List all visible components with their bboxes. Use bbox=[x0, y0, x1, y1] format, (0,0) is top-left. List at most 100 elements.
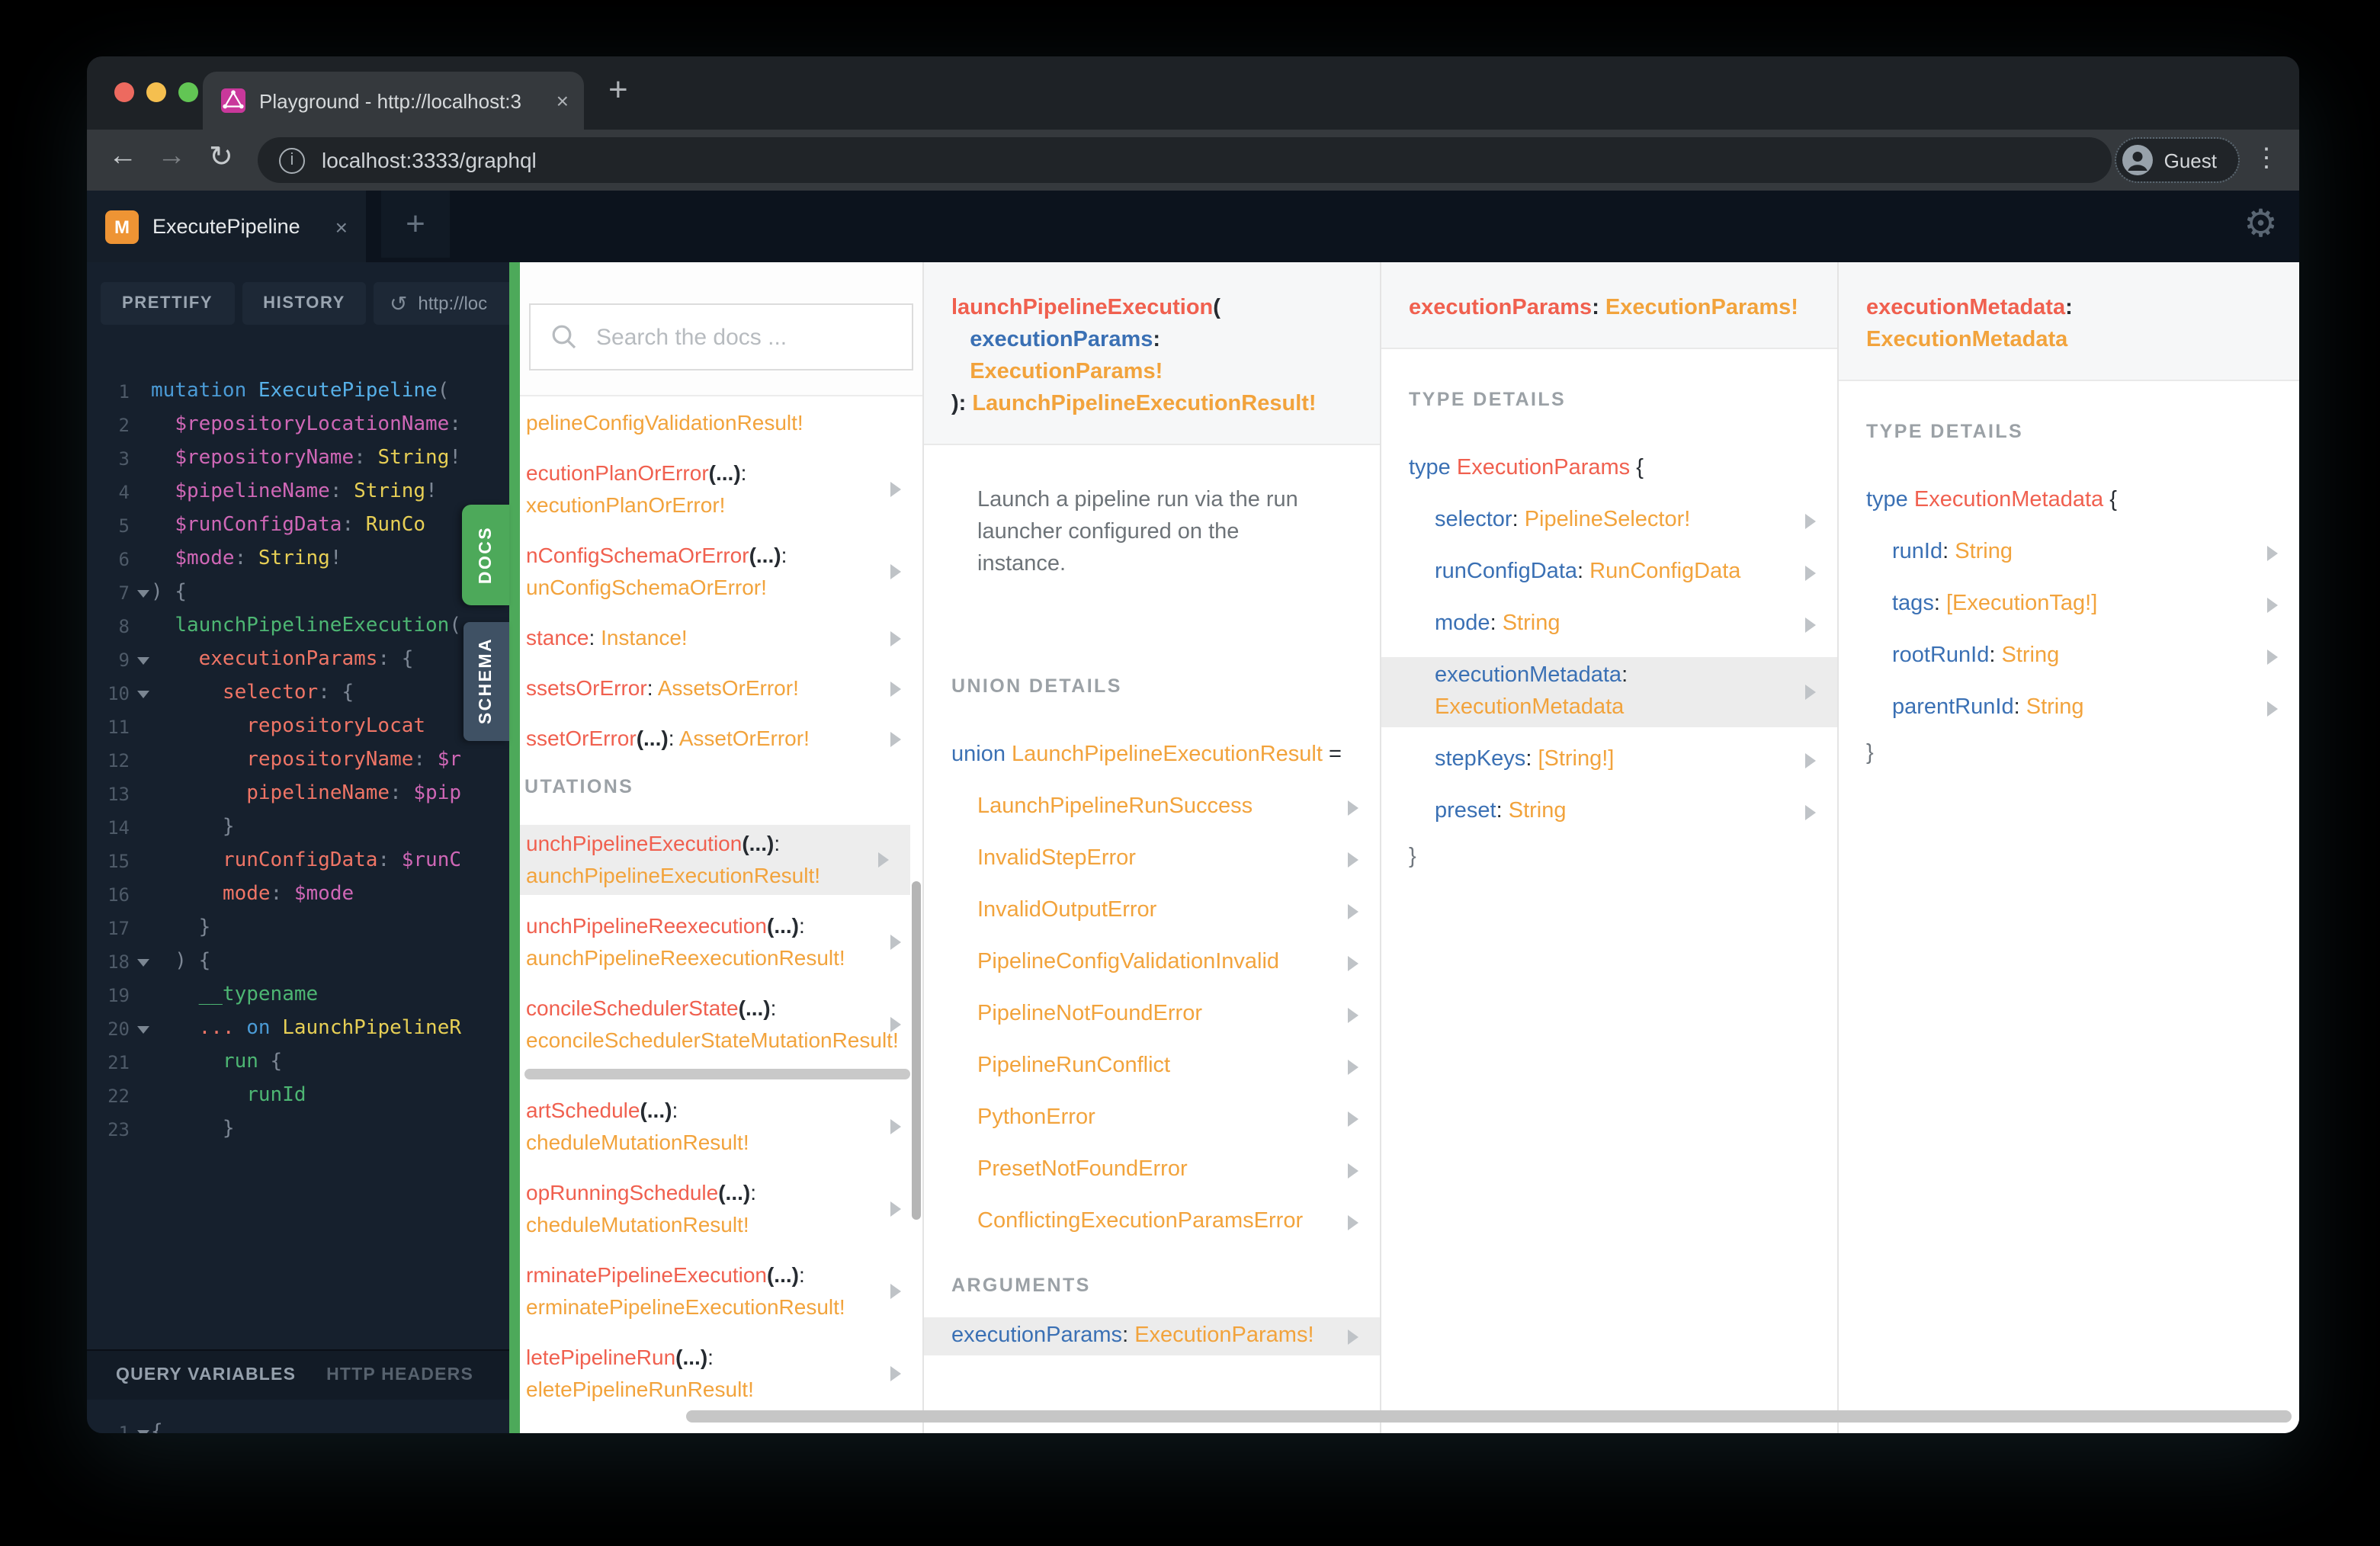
docs-list-item[interactable]: nConfigSchemaOrError(...): unConfigSchema… bbox=[520, 537, 922, 607]
code-line[interactable]: 1 mutation ExecutePipeline( bbox=[87, 375, 509, 409]
code-line[interactable]: 15 runConfigData: $runC bbox=[87, 845, 509, 878]
expand-arrow-icon[interactable] bbox=[2267, 701, 2278, 716]
minimize-window-icon[interactable] bbox=[146, 82, 166, 102]
docs-list-item[interactable]: letePipelineRun(...): eletePipelineRunRes… bbox=[520, 1339, 922, 1409]
close-window-icon[interactable] bbox=[114, 82, 134, 102]
type-field-row[interactable]: preset: String bbox=[1381, 793, 1837, 831]
code-line[interactable]: 17 } bbox=[87, 912, 509, 945]
variables-editor[interactable]: 1{2 "repositoryName": "exper3 "repositor… bbox=[87, 1416, 509, 1433]
fold-caret-icon[interactable] bbox=[137, 1026, 149, 1034]
expand-arrow-icon[interactable] bbox=[1348, 1007, 1358, 1022]
docs-list-item[interactable]: stance: Instance! bbox=[520, 619, 922, 657]
forward-icon[interactable]: → bbox=[157, 140, 186, 174]
docs-list-item[interactable]: ssetsOrError: AssetsOrError! bbox=[520, 669, 922, 707]
close-playground-tab-icon[interactable]: × bbox=[335, 214, 348, 239]
type-field-row[interactable]: ConflictingExecutionParamsError bbox=[924, 1203, 1380, 1241]
endpoint-field[interactable]: ↺ http://loc bbox=[374, 282, 509, 325]
history-button[interactable]: HISTORY bbox=[242, 282, 367, 325]
argument-row[interactable]: executionParams: ExecutionParams! bbox=[924, 1317, 1380, 1355]
playground-tab[interactable]: M ExecutePipeline × bbox=[87, 191, 366, 262]
docs-list-item[interactable]: concileSchedulerState(...): econcileSched… bbox=[520, 990, 922, 1060]
fold-caret-icon[interactable] bbox=[137, 959, 149, 967]
tab-docs[interactable]: DOCS bbox=[462, 505, 509, 605]
browser-menu-icon[interactable]: ⋮ bbox=[2253, 143, 2279, 174]
expand-arrow-icon[interactable] bbox=[1805, 565, 1816, 580]
code-line[interactable]: 18 ) { bbox=[87, 945, 509, 979]
expand-arrow-icon[interactable] bbox=[890, 1017, 901, 1032]
docs-list-item[interactable]: pelineConfigValidationResult! bbox=[520, 404, 922, 442]
expand-arrow-icon[interactable] bbox=[878, 852, 889, 868]
fold-caret-icon[interactable] bbox=[137, 1430, 149, 1433]
type-field-row[interactable]: LaunchPipelineRunSuccess bbox=[924, 788, 1380, 826]
type-field-row[interactable]: PresetNotFoundError bbox=[924, 1151, 1380, 1189]
docs-list-item[interactable]: artSchedule(...): cheduleMutationResult! bbox=[520, 1092, 922, 1162]
expand-arrow-icon[interactable] bbox=[2267, 545, 2278, 560]
code-line[interactable]: 11 repositoryLocat bbox=[87, 710, 509, 744]
expand-arrow-icon[interactable] bbox=[890, 935, 901, 950]
type-field-row[interactable]: selector: PipelineSelector! bbox=[1381, 502, 1837, 540]
expand-arrow-icon[interactable] bbox=[1348, 1214, 1358, 1230]
expand-arrow-icon[interactable] bbox=[890, 681, 901, 696]
code-line[interactable]: 13 pipelineName: $pip bbox=[87, 778, 509, 811]
expand-arrow-icon[interactable] bbox=[2267, 649, 2278, 664]
code-line[interactable]: 3 $repositoryName: String! bbox=[87, 442, 509, 476]
code-line[interactable]: 7) { bbox=[87, 576, 509, 610]
code-line[interactable]: 4 $pipelineName: String! bbox=[87, 476, 509, 509]
docs-list-item[interactable]: unchPipelineExecution(...): aunchPipeline… bbox=[520, 825, 910, 895]
type-field-row[interactable]: parentRunId: String bbox=[1839, 689, 2299, 727]
expand-arrow-icon[interactable] bbox=[890, 564, 901, 579]
new-playground-tab-button[interactable]: + bbox=[381, 191, 450, 258]
type-field-row[interactable]: InvalidOutputError bbox=[924, 892, 1380, 930]
type-field-row[interactable]: tags: [ExecutionTag!] bbox=[1839, 585, 2299, 624]
expand-arrow-icon[interactable] bbox=[1805, 513, 1816, 528]
expand-arrow-icon[interactable] bbox=[2267, 597, 2278, 612]
code-line[interactable]: 14 } bbox=[87, 811, 509, 845]
expand-arrow-icon[interactable] bbox=[1805, 685, 1816, 700]
vertical-scrollbar-thumb[interactable] bbox=[912, 881, 921, 1220]
query-editor[interactable]: 1 mutation ExecutePipeline(2 $repositoryL… bbox=[87, 375, 509, 1147]
code-line[interactable]: 12 repositoryName: $r bbox=[87, 744, 509, 778]
fold-caret-icon[interactable] bbox=[137, 657, 149, 665]
fold-caret-icon[interactable] bbox=[137, 691, 149, 698]
docs-drag-strip[interactable] bbox=[509, 262, 520, 1433]
close-tab-icon[interactable]: × bbox=[557, 88, 569, 113]
fold-caret-icon[interactable] bbox=[137, 590, 149, 598]
prettify-button[interactable]: PRETTIFY bbox=[101, 282, 235, 325]
code-line[interactable]: 2 $repositoryLocationName: bbox=[87, 409, 509, 442]
code-line[interactable]: 9 executionParams: { bbox=[87, 643, 509, 677]
docs-horizontal-scrollbar-thumb[interactable] bbox=[686, 1410, 2292, 1423]
expand-arrow-icon[interactable] bbox=[1348, 1163, 1358, 1178]
docs-list-item[interactable]: unchPipelineReexecution(...): aunchPipeli… bbox=[520, 907, 922, 977]
site-info-icon[interactable]: i bbox=[279, 147, 305, 173]
code-line[interactable]: 22 runId bbox=[87, 1079, 509, 1113]
docs-list-item[interactable]: opRunningSchedule(...): cheduleMutationRe… bbox=[520, 1174, 922, 1244]
expand-arrow-icon[interactable] bbox=[1348, 903, 1358, 919]
type-field-row[interactable]: runConfigData: RunConfigData bbox=[1381, 553, 1837, 592]
type-field-row[interactable]: executionMetadata: ExecutionMetadata bbox=[1381, 657, 1837, 727]
expand-arrow-icon[interactable] bbox=[890, 1119, 901, 1134]
expand-arrow-icon[interactable] bbox=[890, 1284, 901, 1299]
type-field-row[interactable]: stepKeys: [String!] bbox=[1381, 741, 1837, 779]
type-field-row[interactable]: PythonError bbox=[924, 1099, 1380, 1137]
settings-gear-icon[interactable]: ⚙ bbox=[2244, 201, 2278, 247]
expand-arrow-icon[interactable] bbox=[1348, 852, 1358, 867]
expand-arrow-icon[interactable] bbox=[1348, 1111, 1358, 1126]
back-icon[interactable]: ← bbox=[108, 140, 137, 174]
code-line[interactable]: 21 run { bbox=[87, 1046, 509, 1079]
code-line[interactable]: 20 ... on LaunchPipelineR bbox=[87, 1012, 509, 1046]
docs-list-item[interactable]: ecutionPlanOrError(...): xecutionPlanOrEr… bbox=[520, 454, 922, 524]
code-line[interactable]: 19 __typename bbox=[87, 979, 509, 1012]
docs-list-item[interactable]: ssetOrError(...): AssetOrError! bbox=[520, 720, 922, 758]
type-field-row[interactable]: mode: String bbox=[1381, 605, 1837, 643]
new-tab-button[interactable]: + bbox=[608, 70, 628, 110]
expand-arrow-icon[interactable] bbox=[890, 1366, 901, 1381]
code-line[interactable]: 6 $mode: String! bbox=[87, 543, 509, 576]
search-input[interactable]: Search the docs ... bbox=[529, 303, 913, 370]
expand-arrow-icon[interactable] bbox=[890, 731, 901, 746]
tab-query-variables[interactable]: QUERY VARIABLES bbox=[116, 1366, 296, 1384]
code-line[interactable]: 1{ bbox=[87, 1416, 509, 1433]
tab-schema[interactable]: SCHEMA bbox=[463, 622, 509, 741]
url-text[interactable]: localhost:3333/graphql bbox=[322, 148, 537, 172]
type-field-row[interactable]: rootRunId: String bbox=[1839, 637, 2299, 675]
expand-arrow-icon[interactable] bbox=[1805, 617, 1816, 632]
